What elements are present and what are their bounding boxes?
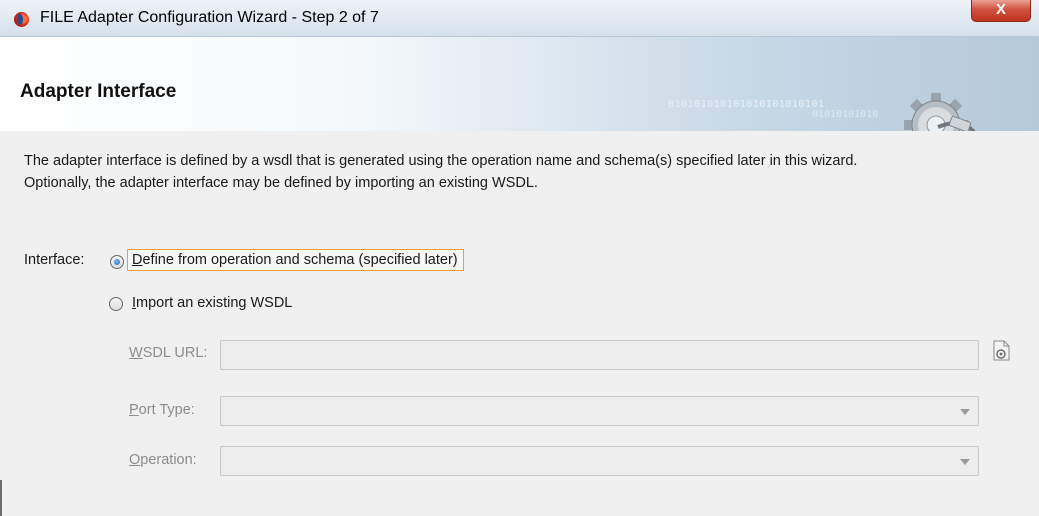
window-titlebar: FILE Adapter Configuration Wizard - Step… [0,0,1039,37]
app-icon [14,12,29,27]
header-binary-decoration: 010101010101010101010101 [668,99,825,110]
mnemonic-p: P [129,402,139,418]
option-label: mport an existing WSDL [136,295,293,311]
mnemonic-d: D [132,252,143,268]
mnemonic-w: W [129,345,143,361]
window-title: FILE Adapter Configuration Wizard - Step… [40,9,379,26]
operation-label: Operation: [129,452,197,468]
option-define-from-operation[interactable]: Define from operation and schema (specif… [127,249,464,271]
operation-select[interactable] [220,446,979,476]
chevron-down-icon [960,409,970,415]
close-button[interactable]: X [971,0,1031,22]
option-import-wsdl[interactable]: Import an existing WSDL [132,295,292,311]
radio-define-from-operation[interactable] [110,255,124,269]
port-type-select[interactable] [220,396,979,426]
browse-icon[interactable] [990,339,1012,363]
description-line: The adapter interface is defined by a ws… [24,153,858,169]
field-label: peration: [140,452,197,468]
mnemonic-o: O [129,452,141,468]
port-type-label: Port Type: [129,402,195,418]
header-binary-decoration-2: 01010101010 [812,109,879,120]
field-label: ort Type: [138,402,195,418]
window-edge [0,480,2,516]
wizard-header: Adapter Interface 0101010101010101010101… [0,37,1039,157]
field-label: SDL URL: [142,345,208,361]
wsdl-url-field[interactable] [220,340,979,370]
wsdl-url-label: WSDL URL: [129,345,207,361]
description-line: Optionally, the adapter interface may be… [24,175,538,191]
description-text: The adapter interface is defined by a ws… [24,150,1024,194]
interface-label: Interface: [24,252,85,268]
chevron-down-icon [960,459,970,465]
close-icon: X [995,1,1006,18]
option-label: efine from operation and schema (specifi… [142,252,458,268]
page-title: Adapter Interface [20,81,177,102]
radio-import-wsdl[interactable] [109,297,123,311]
